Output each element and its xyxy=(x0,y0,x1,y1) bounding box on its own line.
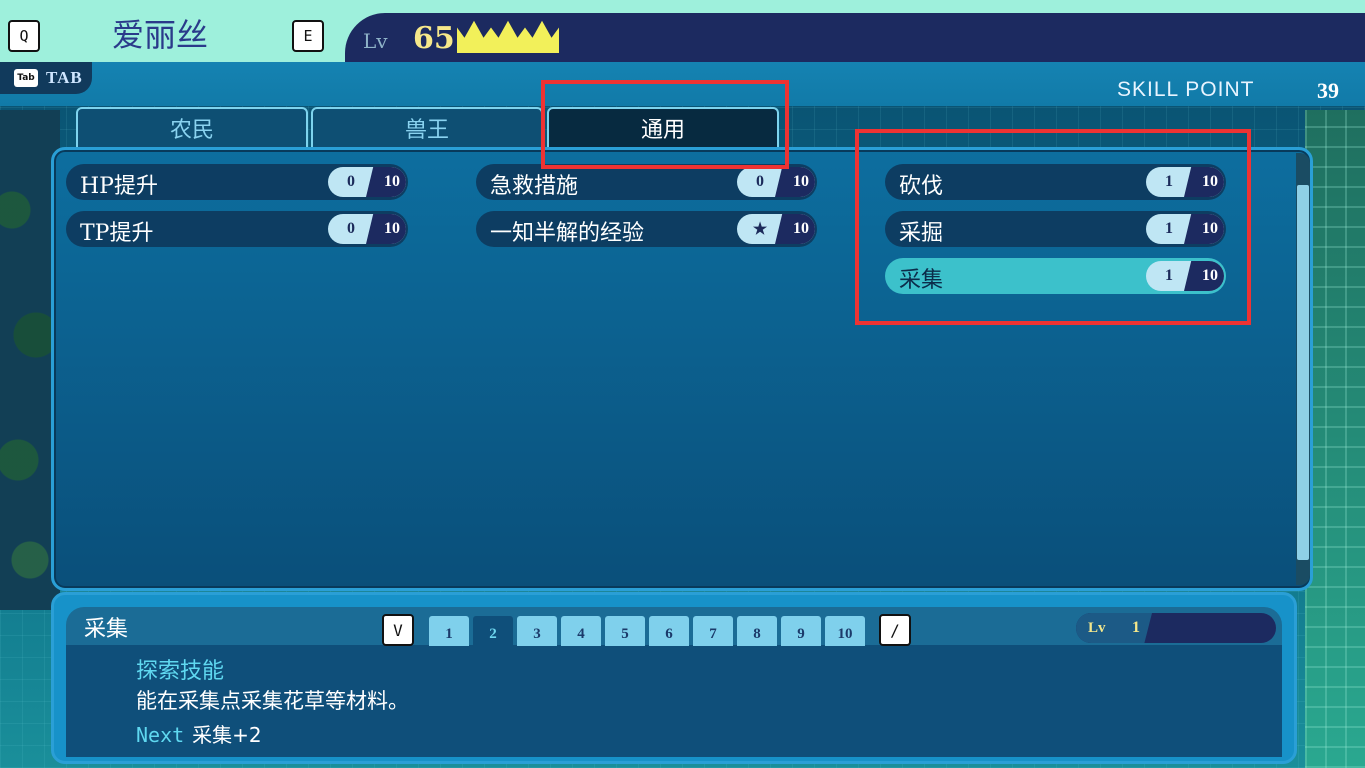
skill-tp-up[interactable]: TP提升 0 10 xyxy=(66,211,408,247)
prev-level-key[interactable]: V xyxy=(382,614,414,646)
background-grid-right xyxy=(1305,110,1365,768)
level-tab-6[interactable]: 6 xyxy=(649,616,689,646)
skill-name: 一知半解的经验 xyxy=(490,221,645,246)
tab-beast-king[interactable]: 兽王 xyxy=(311,107,543,147)
character-level-panel: Lv 65 xyxy=(345,13,1365,62)
skill-level-badge: 0 10 xyxy=(328,167,406,197)
highlight-box-gathering-skills xyxy=(855,129,1251,325)
level-tab-3[interactable]: 3 xyxy=(517,616,557,646)
skill-name: TP提升 xyxy=(80,221,154,246)
level-value: 65 xyxy=(413,21,455,56)
level-tab-7[interactable]: 7 xyxy=(693,616,733,646)
skill-level-badge: 0 10 xyxy=(328,214,406,244)
crown-icon xyxy=(525,20,559,53)
next-level-key[interactable]: / xyxy=(879,614,911,646)
level-tab-10[interactable]: 10 xyxy=(825,616,865,646)
level-indicator-value: 1 xyxy=(1132,619,1140,636)
next-character-key[interactable]: E xyxy=(292,20,324,52)
highlight-box-general-tab xyxy=(541,80,789,169)
skill-next-effect: Next 采集+2 xyxy=(136,719,262,748)
skill-level-badge: 0 10 xyxy=(737,167,815,197)
tab-key-icon: Tab xyxy=(14,69,38,87)
level-label: Lv xyxy=(363,29,388,53)
level-tab-2[interactable]: 2 xyxy=(473,616,513,646)
skill-point-value: 39 xyxy=(1317,78,1339,103)
skill-point-label: SKILL POINT xyxy=(1117,78,1255,101)
tab-label: TAB xyxy=(46,68,83,87)
rank-crowns xyxy=(457,19,560,53)
skill-first-aid[interactable]: 急救措施 0 10 xyxy=(476,164,817,200)
next-value: 采集+2 xyxy=(192,723,262,747)
level-tab-1[interactable]: 1 xyxy=(429,616,469,646)
skill-level-badge: ★ 10 xyxy=(737,214,815,244)
character-name: 爱丽丝 xyxy=(112,16,209,54)
skill-hp-up[interactable]: HP提升 0 10 xyxy=(66,164,408,200)
skill-name: 急救措施 xyxy=(490,174,579,199)
level-tab-8[interactable]: 8 xyxy=(737,616,777,646)
skill-name: HP提升 xyxy=(80,174,158,199)
level-tab-9[interactable]: 9 xyxy=(781,616,821,646)
tab-farmer[interactable]: 农民 xyxy=(76,107,308,147)
level-tab-5[interactable]: 5 xyxy=(605,616,645,646)
tab-toggle[interactable]: Tab TAB xyxy=(0,62,92,94)
next-label: Next xyxy=(136,723,185,747)
scrollbar-thumb[interactable] xyxy=(1297,185,1309,560)
skill-description: 能在采集点采集花草等材料。 xyxy=(136,689,409,713)
level-tab-4[interactable]: 4 xyxy=(561,616,601,646)
crown-icon xyxy=(491,20,525,53)
skill-level-indicator: Lv 1 xyxy=(1076,613,1276,643)
skill-category: 探索技能 xyxy=(136,659,225,684)
skill-half-knowledge[interactable]: 一知半解的经验 ★ 10 xyxy=(476,211,817,247)
prev-character-key[interactable]: Q xyxy=(8,20,40,52)
level-indicator-label: Lv xyxy=(1088,620,1106,636)
crown-icon xyxy=(457,20,491,53)
skill-detail-title: 采集 xyxy=(84,617,129,642)
